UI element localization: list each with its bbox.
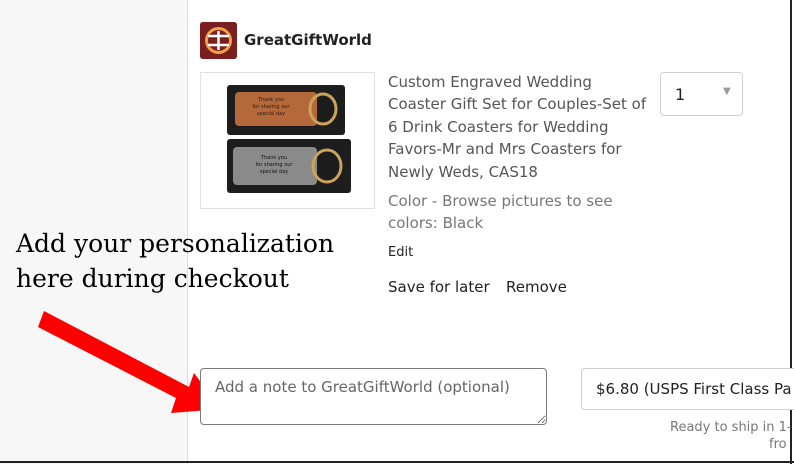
shipping-method-select[interactable]: $6.80 (USPS First Class Pa — [581, 368, 794, 410]
shop-logo-icon[interactable] — [200, 22, 237, 59]
remove-button[interactable]: Remove — [506, 278, 567, 296]
svg-text:Thank you: Thank you — [260, 155, 287, 161]
svg-text:Thank you: Thank you — [257, 97, 284, 103]
chevron-down-icon: ▼ — [723, 86, 731, 97]
annotation-line: Add your personalization — [16, 229, 335, 258]
edit-button[interactable]: Edit — [388, 245, 413, 260]
shop-name-link[interactable]: GreatGiftWorld — [244, 31, 372, 49]
svg-text:for sharing our: for sharing our — [253, 104, 291, 110]
svg-text:special day: special day — [260, 169, 288, 175]
quantity-value: 1 — [675, 85, 686, 104]
product-title-link[interactable]: Custom Engraved Wedding Coaster Gift Set… — [388, 71, 650, 183]
shipping-method-value: $6.80 (USPS First Class Pa — [596, 380, 792, 398]
frame-border-bottom — [0, 461, 794, 463]
annotation-line: here during checkout — [16, 264, 289, 293]
quantity-select[interactable]: 1 ▼ — [660, 72, 743, 116]
svg-text:special day: special day — [257, 111, 285, 117]
product-image[interactable]: Thank you for sharing our special day Th… — [200, 72, 375, 209]
note-to-seller-input[interactable] — [200, 368, 547, 425]
annotation-text: Add your personalization here during che… — [16, 226, 336, 296]
ships-from-text: fro — [769, 437, 787, 452]
save-for-later-button[interactable]: Save for later — [388, 278, 490, 296]
svg-text:for sharing our: for sharing our — [256, 162, 294, 168]
product-variation: Color - Browse pictures to see colors: B… — [388, 192, 613, 233]
ready-to-ship-text: Ready to ship in 1- — [670, 420, 792, 435]
